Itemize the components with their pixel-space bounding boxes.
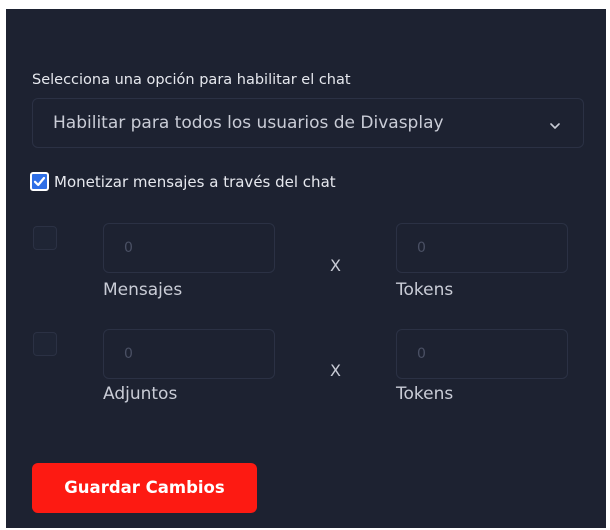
messages-count-input[interactable]: 0 [103,223,275,273]
attachments-checkbox[interactable] [33,332,57,356]
messages-tokens-input[interactable]: 0 [396,223,568,273]
times-sign: X [330,361,341,380]
tokens-placeholder: 0 [417,346,426,362]
tokens-label: Tokens [396,280,454,300]
times-sign: X [330,256,341,275]
select-label: Selecciona una opción para habilitar el … [32,72,351,88]
messages-label: Mensajes [103,280,183,300]
monetize-label: Monetizar mensajes a través del chat [54,173,336,191]
tokens-placeholder: 0 [417,240,426,256]
chevron-down-icon [549,117,561,129]
attachments-count-input[interactable]: 0 [103,329,275,379]
chat-enable-select[interactable]: Habilitar para todos los usuarios de Div… [32,98,584,148]
attachments-placeholder: 0 [124,346,133,362]
save-changes-button[interactable]: Guardar Cambios [32,463,257,513]
attachments-tokens-input[interactable]: 0 [396,329,568,379]
select-value: Habilitar para todos los usuarios de Div… [53,113,444,133]
messages-checkbox[interactable] [33,226,57,250]
attachments-label: Adjuntos [103,384,178,404]
tokens-label: Tokens [396,384,454,404]
messages-placeholder: 0 [124,240,133,256]
monetize-checkbox[interactable] [30,172,49,191]
checkmark-icon [33,176,46,187]
